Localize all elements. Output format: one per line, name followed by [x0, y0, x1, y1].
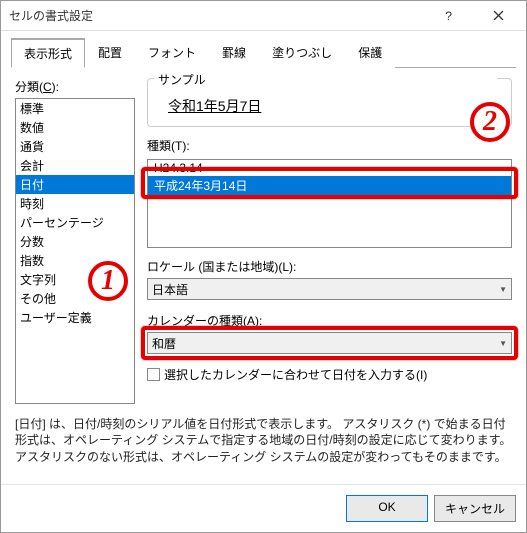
- list-item[interactable]: 指数: [16, 251, 134, 270]
- tab-format[interactable]: 表示形式: [11, 38, 85, 68]
- chevron-down-icon: ▼: [499, 339, 507, 348]
- footer: OK キャンセル: [1, 484, 526, 532]
- calendar-value: 和暦: [152, 335, 176, 352]
- dialog-window: セルの書式設定 ? 表示形式 配置 フォント 罫線 塗りつぶし 保護 分類(C)…: [0, 0, 527, 533]
- list-item[interactable]: 数値: [16, 118, 134, 137]
- tab-border[interactable]: 罫線: [209, 38, 259, 68]
- calendar-wrapper: 和暦 ▼: [147, 332, 512, 362]
- help-button[interactable]: ?: [428, 2, 468, 30]
- list-item[interactable]: 会計: [16, 156, 134, 175]
- ok-button[interactable]: OK: [346, 495, 428, 522]
- titlebar-buttons: ?: [428, 2, 518, 30]
- locale-value: 日本語: [152, 281, 188, 298]
- close-icon: [493, 10, 504, 21]
- sample-value: 令和1年5月7日: [168, 96, 501, 116]
- right-column: サンプル 令和1年5月7日 2 種類(T): H24.3.14 平成24年3月1…: [147, 78, 512, 404]
- type-item[interactable]: H24.3.14: [148, 160, 511, 176]
- category-label: 分類(C):: [15, 78, 135, 95]
- calendar-label: カレンダーの種類(A):: [147, 312, 512, 329]
- svg-text:?: ?: [445, 10, 452, 21]
- calendar-dropdown[interactable]: 和暦 ▼: [147, 332, 512, 354]
- type-wrapper: H24.3.14 平成24年3月14日: [147, 157, 512, 248]
- chevron-down-icon: ▼: [499, 285, 507, 294]
- list-item[interactable]: パーセンテージ: [16, 213, 134, 232]
- titlebar: セルの書式設定 ?: [1, 1, 526, 31]
- tabstrip: 表示形式 配置 フォント 罫線 塗りつぶし 保護: [11, 37, 516, 68]
- sample-label: サンプル: [154, 71, 497, 88]
- category-listbox[interactable]: 標準 数値 通貨 会計 日付 時刻 パーセンテージ 分数 指数 文字列 その他 …: [15, 98, 135, 404]
- checkbox-label: 選択したカレンダーに合わせて日付を入力する(I): [164, 366, 427, 383]
- list-item[interactable]: その他: [16, 289, 134, 308]
- tab-font[interactable]: フォント: [135, 38, 209, 68]
- description-text: [日付] は、日付/時刻のシリアル値を日付形式で表示します。 アスタリスク (*…: [11, 408, 516, 474]
- help-icon: ?: [443, 10, 454, 21]
- tab-alignment[interactable]: 配置: [85, 38, 135, 68]
- list-item[interactable]: 分数: [16, 232, 134, 251]
- tab-fill[interactable]: 塗りつぶし: [259, 38, 345, 68]
- cancel-button[interactable]: キャンセル: [434, 495, 516, 522]
- sample-groupbox: サンプル 令和1年5月7日: [147, 78, 512, 127]
- tab-body: 分類(C): 標準 数値 通貨 会計 日付 時刻 パーセンテージ 分数 指数 文…: [11, 68, 516, 408]
- type-item[interactable]: 平成24年3月14日: [148, 176, 511, 195]
- list-item[interactable]: 時刻: [16, 194, 134, 213]
- list-item[interactable]: 日付: [16, 175, 134, 194]
- checkbox-row[interactable]: 選択したカレンダーに合わせて日付を入力する(I): [147, 366, 512, 383]
- list-item[interactable]: 通貨: [16, 137, 134, 156]
- list-item[interactable]: ユーザー定義: [16, 308, 134, 327]
- left-column: 分類(C): 標準 数値 通貨 会計 日付 時刻 パーセンテージ 分数 指数 文…: [15, 78, 135, 404]
- locale-label: ロケール (国または地域)(L):: [147, 258, 512, 275]
- list-item[interactable]: 文字列: [16, 270, 134, 289]
- checkbox-icon[interactable]: [147, 368, 160, 381]
- type-label: 種類(T):: [147, 137, 512, 154]
- tab-protect[interactable]: 保護: [345, 38, 395, 68]
- list-item[interactable]: 標準: [16, 99, 134, 118]
- close-button[interactable]: [478, 2, 518, 30]
- locale-dropdown[interactable]: 日本語 ▼: [147, 278, 512, 300]
- content: 表示形式 配置 フォント 罫線 塗りつぶし 保護 分類(C): 標準 数値 通貨…: [1, 31, 526, 484]
- type-listbox[interactable]: H24.3.14 平成24年3月14日: [147, 159, 512, 248]
- dialog-title: セルの書式設定: [9, 7, 428, 24]
